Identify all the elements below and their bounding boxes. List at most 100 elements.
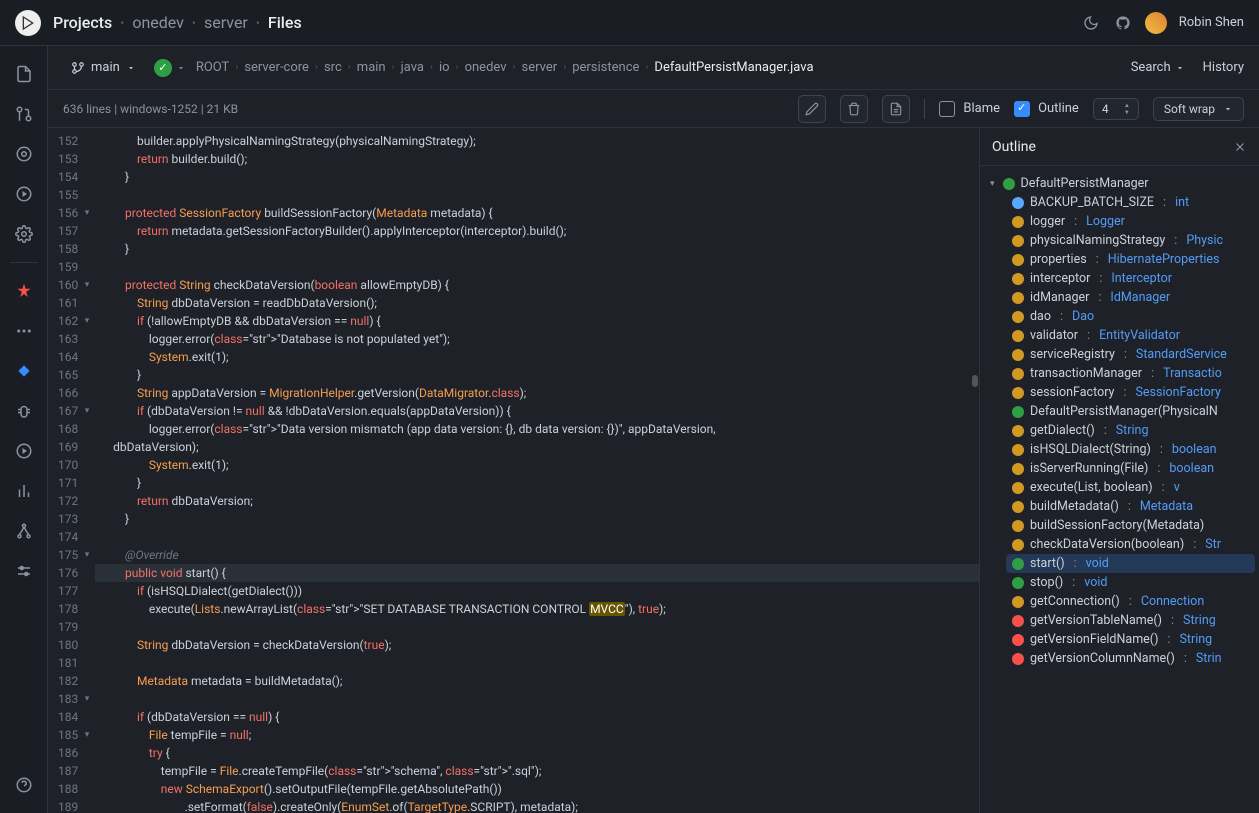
path-crumb[interactable]: persistence (572, 60, 639, 75)
chevron-down-icon[interactable] (176, 63, 186, 73)
nav-settings-icon[interactable] (6, 216, 42, 252)
outline-item[interactable]: buildSessionFactory(Metadata) (1006, 516, 1255, 535)
nav-builds-icon[interactable] (6, 176, 42, 212)
close-icon[interactable] (1233, 140, 1247, 154)
username[interactable]: Robin Shen (1179, 15, 1244, 30)
code-line[interactable]: public void start() { (95, 564, 979, 582)
github-icon[interactable] (1113, 13, 1133, 33)
outline-item[interactable]: transactionManager:Transactio (1006, 364, 1255, 383)
outline-item[interactable]: stop():void (1006, 573, 1255, 592)
path-crumb[interactable]: onedev (465, 60, 507, 75)
code-line[interactable]: String dbDataVersion = checkDataVersion(… (95, 636, 979, 654)
outline-item[interactable]: getVersionColumnName():Strin (1006, 649, 1255, 668)
outline-item[interactable]: getDialect():String (1006, 421, 1255, 440)
code-line[interactable]: tempFile = File.createTempFile(class="st… (95, 762, 979, 780)
code-line[interactable]: if (dbDataVersion != null && !dbDataVers… (95, 402, 979, 420)
nav-files-icon[interactable] (6, 56, 42, 92)
outline-item[interactable]: properties:HibernateProperties (1006, 250, 1255, 269)
code-line[interactable]: return dbDataVersion; (95, 492, 979, 510)
code-line[interactable]: } (95, 474, 979, 492)
path-crumb[interactable]: src (324, 60, 342, 75)
code-line[interactable]: @Override (95, 546, 979, 564)
code-line[interactable]: String dbDataVersion = readDbDataVersion… (95, 294, 979, 312)
code-content[interactable]: builder.applyPhysicalNamingStrategy(phys… (95, 128, 979, 813)
theme-icon[interactable] (1081, 13, 1101, 33)
outline-item[interactable]: getVersionFieldName():String (1006, 630, 1255, 649)
outline-item[interactable]: start():void (1006, 554, 1255, 573)
crumb-server[interactable]: server (204, 13, 248, 32)
search-dropdown[interactable]: Search (1131, 60, 1185, 75)
nav-play-icon[interactable] (6, 433, 42, 469)
code-line[interactable]: protected SessionFactory buildSessionFac… (95, 204, 979, 222)
edit-button[interactable] (798, 95, 826, 123)
outline-item[interactable]: checkDataVersion(boolean):Str (1006, 535, 1255, 554)
app-logo[interactable] (15, 10, 41, 36)
outline-item[interactable]: getConnection():Connection (1006, 592, 1255, 611)
delete-button[interactable] (840, 95, 868, 123)
path-crumb[interactable]: server-core (244, 60, 309, 75)
raw-button[interactable] (882, 95, 910, 123)
outline-item[interactable]: BACKUP_BATCH_SIZE:int (1006, 193, 1255, 212)
tab-size-input[interactable]: 4 ▲▼ (1093, 98, 1139, 120)
outline-item[interactable]: serviceRegistry:StandardService (1006, 345, 1255, 364)
nav-stats-icon[interactable] (6, 473, 42, 509)
code-line[interactable]: if (isHSQLDialect(getDialect())) (95, 582, 979, 600)
path-crumb[interactable]: java (401, 60, 424, 75)
outline-item[interactable]: dao:Dao (1006, 307, 1255, 326)
code-line[interactable]: } (95, 240, 979, 258)
code-line[interactable]: builder.applyPhysicalNamingStrategy(phys… (95, 132, 979, 150)
path-crumb[interactable]: server (522, 60, 558, 75)
code-line[interactable] (95, 186, 979, 204)
code-line[interactable]: return builder.build(); (95, 150, 979, 168)
build-status-icon[interactable]: ✓ (154, 59, 172, 77)
code-line[interactable]: logger.error(class="str">"Data version m… (95, 420, 979, 438)
nav-bug-icon[interactable] (6, 393, 42, 429)
code-panel[interactable]: 152153154155156▾157158159160▾161162▾1631… (48, 128, 979, 813)
code-line[interactable]: .setFormat(false).createOnly(EnumSet.of(… (95, 798, 979, 813)
user-avatar[interactable] (1145, 12, 1167, 34)
outline-item[interactable]: buildMetadata():Metadata (1006, 497, 1255, 516)
code-line[interactable]: } (95, 510, 979, 528)
path-crumb[interactable]: ROOT (196, 60, 229, 75)
outline-root[interactable]: ▾DefaultPersistManager (984, 174, 1255, 193)
nav-rocket-icon[interactable] (6, 273, 42, 309)
outline-item[interactable]: validator:EntityValidator (1006, 326, 1255, 345)
outline-item[interactable]: interceptor:Interceptor (1006, 269, 1255, 288)
code-line[interactable]: System.exit(1); (95, 456, 979, 474)
history-link[interactable]: History (1203, 60, 1244, 75)
outline-item[interactable]: physicalNamingStrategy:Physic (1006, 231, 1255, 250)
code-line[interactable]: protected String checkDataVersion(boolea… (95, 276, 979, 294)
outline-item[interactable]: DefaultPersistManager(PhysicalN (1006, 402, 1255, 421)
code-line[interactable]: return metadata.getSessionFactoryBuilder… (95, 222, 979, 240)
code-line[interactable]: System.exit(1); (95, 348, 979, 366)
nav-help-icon[interactable] (6, 767, 42, 803)
nav-more-icon[interactable] (6, 313, 42, 349)
outline-item[interactable]: idManager:IdManager (1006, 288, 1255, 307)
code-line[interactable]: String appDataVersion = MigrationHelper.… (95, 384, 979, 402)
nav-tree-icon[interactable] (6, 513, 42, 549)
path-crumb[interactable]: main (357, 60, 386, 75)
wrap-select[interactable]: Soft wrap (1153, 97, 1244, 121)
outline-item[interactable]: isServerRunning(File):boolean (1006, 459, 1255, 478)
code-line[interactable] (95, 528, 979, 546)
crumb-files[interactable]: Files (268, 13, 302, 32)
code-line[interactable]: new SchemaExport().setOutputFile(tempFil… (95, 780, 979, 798)
nav-issues-icon[interactable] (6, 136, 42, 172)
code-line[interactable] (95, 618, 979, 636)
code-line[interactable]: if (!allowEmptyDB && dbDataVersion == nu… (95, 312, 979, 330)
nav-diamond-icon[interactable] (6, 353, 42, 389)
outline-toggle[interactable]: Outline (1014, 101, 1079, 117)
code-line[interactable]: dbDataVersion); (95, 438, 979, 456)
path-crumb[interactable]: io (439, 60, 450, 75)
outline-item[interactable]: getVersionTableName():String (1006, 611, 1255, 630)
outline-tree[interactable]: ▾DefaultPersistManagerBACKUP_BATCH_SIZE:… (980, 166, 1259, 813)
nav-pull-requests-icon[interactable] (6, 96, 42, 132)
code-line[interactable] (95, 258, 979, 276)
scrollbar[interactable] (971, 128, 979, 813)
code-line[interactable]: Metadata metadata = buildMetadata(); (95, 672, 979, 690)
nav-sliders-icon[interactable] (6, 553, 42, 589)
code-line[interactable]: execute(Lists.newArrayList(class="str">"… (95, 600, 979, 618)
code-line[interactable]: } (95, 168, 979, 186)
branch-selector[interactable]: main (63, 56, 144, 79)
outline-item[interactable]: execute(List, boolean):v (1006, 478, 1255, 497)
